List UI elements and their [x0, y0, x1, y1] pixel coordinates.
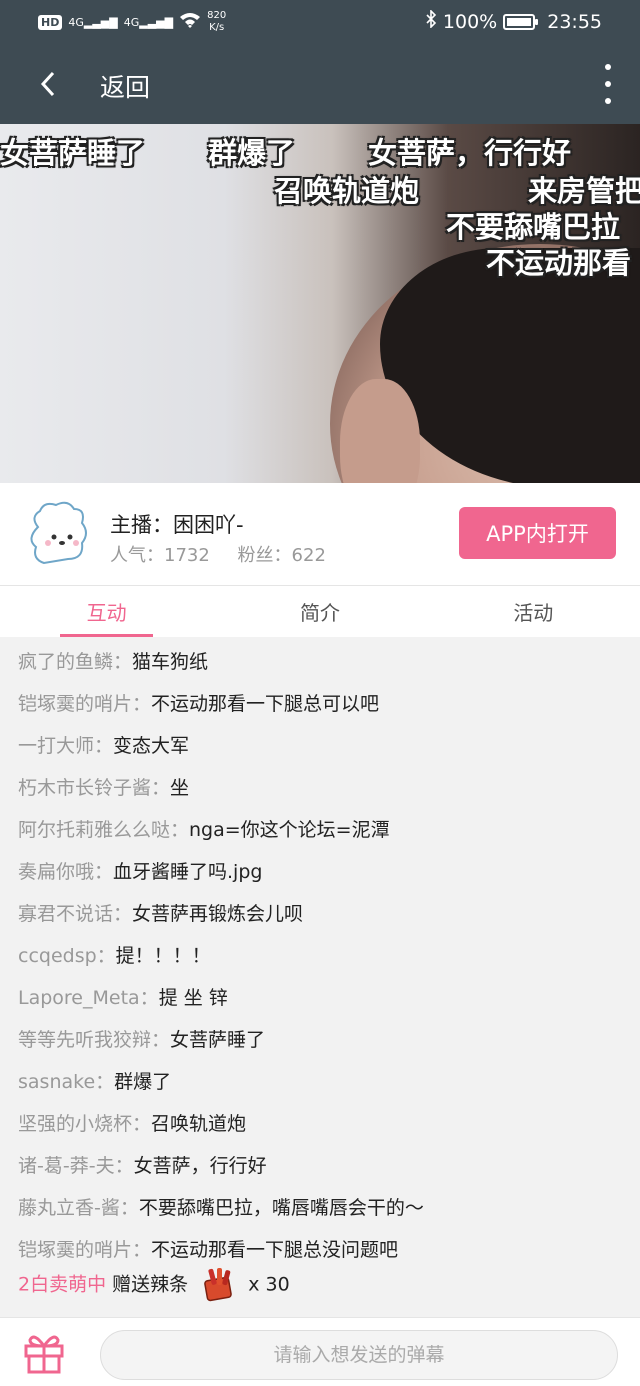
- chat-user[interactable]: 寡君不说话：: [18, 903, 132, 925]
- gift-icon[interactable]: [20, 1328, 68, 1376]
- chat-user[interactable]: 疯了的鱼鳞：: [18, 651, 132, 673]
- speed-value: 820: [207, 10, 227, 21]
- danmaku-comment: 群爆了: [208, 136, 296, 170]
- chat-message: sasnake：群爆了: [18, 1067, 171, 1094]
- chat-list[interactable]: 疯了的鱼鳞：猫车狗纸 铠塚霙的哨片：不运动那看一下腿总可以吧 一打大师：变态大军…: [0, 637, 640, 1317]
- popularity-count: 人气：1732: [110, 545, 210, 566]
- gift-sender[interactable]: 2白卖萌中: [18, 1274, 106, 1296]
- clock: 23:55: [547, 10, 602, 33]
- signal-icon: 4G▂▃▅▇: [68, 15, 118, 29]
- gift-message: 2白卖萌中 赠送辣条 x 30: [18, 1265, 290, 1305]
- chat-text: nga=你这个论坛=泥潭: [189, 819, 390, 841]
- back-icon[interactable]: [30, 66, 66, 102]
- chat-text: 变态大军: [113, 735, 190, 757]
- chat-text: 坐: [170, 777, 190, 799]
- anchor-stats: 人气：1732 粉丝：622: [110, 541, 348, 567]
- chat-text: 不运动那看一下腿总可以吧: [151, 693, 380, 715]
- chat-message: 阿尔托莉雅么么哒：nga=你这个论坛=泥潭: [18, 815, 390, 842]
- chat-user[interactable]: 坚强的小烧杯：: [18, 1113, 151, 1135]
- chat-text: 女菩萨睡了: [170, 1029, 266, 1051]
- danmaku-comment: 女菩萨睡了: [0, 136, 146, 170]
- chat-user[interactable]: 藤丸立香-酱：: [18, 1197, 139, 1219]
- chat-user[interactable]: ccqedsp：: [18, 945, 116, 967]
- chat-text: 提！！！！: [115, 945, 211, 967]
- chat-text: 女菩萨再锻炼会儿呗: [132, 903, 304, 925]
- battery-icon: [503, 13, 539, 30]
- chat-user[interactable]: 诸-葛-莽-夫：: [18, 1155, 134, 1177]
- bluetooth-icon: [425, 9, 437, 33]
- chat-text: 群爆了: [114, 1071, 172, 1093]
- chat-text: 女菩萨，行行好: [133, 1155, 267, 1177]
- chat-text: 召唤轨道炮: [151, 1113, 247, 1135]
- chat-text: 不要舔嘴巴拉，嘴唇嘴唇会干的～: [138, 1197, 424, 1219]
- battery-percent: 100%: [442, 10, 498, 33]
- chat-message: 一打大师：变态大军: [18, 731, 189, 758]
- chat-message: 奏扁你哦：血牙酱睡了吗.jpg: [18, 857, 262, 884]
- danmaku-comment: 不运动那看: [486, 246, 632, 280]
- top-bar: 返回: [0, 46, 640, 124]
- tab-intro[interactable]: 简介: [213, 586, 426, 637]
- more-options-icon[interactable]: [596, 64, 620, 104]
- wifi-icon: [179, 11, 201, 33]
- chat-user[interactable]: 等等先听我狡辩：: [18, 1029, 170, 1051]
- open-in-app-button[interactable]: APP内打开: [459, 507, 616, 559]
- chat-user[interactable]: 阿尔托莉雅么么哒：: [18, 819, 189, 841]
- tab-activity[interactable]: 活动: [427, 586, 640, 637]
- chat-message: 坚强的小烧杯：召唤轨道炮: [18, 1109, 246, 1136]
- anchor-name: 主播：困困吖-: [110, 513, 244, 537]
- speed-unit: K/s: [209, 22, 225, 33]
- fans-count: 粉丝：622: [237, 545, 326, 566]
- chat-user[interactable]: 朽木市长铃子酱：: [18, 777, 170, 799]
- chat-text: 血牙酱睡了吗.jpg: [113, 861, 263, 883]
- chat-user[interactable]: 铠塚霙的哨片：: [18, 693, 151, 715]
- gift-count: x 30: [248, 1273, 290, 1296]
- chat-message: 寡君不说话：女菩萨再锻炼会儿呗: [18, 899, 303, 926]
- chat-message: ccqedsp：提！！！！: [18, 941, 211, 968]
- signal-icon-2: 4G▂▃▅▇: [123, 15, 174, 29]
- chat-message: 朽木市长铃子酱：坐: [18, 773, 189, 800]
- tab-bar: 互动 简介 活动: [0, 585, 640, 637]
- chat-user[interactable]: Lapore_Meta：: [18, 987, 159, 1009]
- back-button[interactable]: 返回: [100, 68, 150, 104]
- hd-badge: HD: [38, 14, 63, 30]
- chat-text: 不运动那看一下腿总没问题吧: [151, 1239, 399, 1261]
- tab-interaction[interactable]: 互动: [0, 586, 213, 637]
- status-bar: HD 4G▂▃▅▇ 4G▂▃▅▇ 820 K/s 100% 23:55: [0, 0, 640, 46]
- chat-message: 诸-葛-莽-夫：女菩萨，行行好: [18, 1151, 267, 1178]
- network-speed: 820 K/s: [207, 10, 226, 34]
- chat-user[interactable]: 铠塚霙的哨片：: [18, 1239, 151, 1261]
- danmaku-input[interactable]: [100, 1330, 618, 1380]
- anchor-info: 主播：困困吖- 人气：1732 粉丝：622 APP内打开: [0, 483, 640, 585]
- chat-user[interactable]: 奏扁你哦：: [18, 861, 113, 883]
- danmaku-comment: 召唤轨道炮: [274, 174, 420, 208]
- video-player[interactable]: 女菩萨睡了 群爆了 女菩萨，行行好 召唤轨道炮 来房管把 不要舔嘴巴拉 不运动那…: [0, 124, 640, 483]
- chat-user[interactable]: sasnake：: [18, 1071, 114, 1093]
- chat-message: 疯了的鱼鳞：猫车狗纸: [18, 647, 208, 674]
- gift-action: 赠送辣条: [112, 1273, 189, 1296]
- danmaku-comment: 女菩萨，行行好: [368, 136, 572, 170]
- chat-message: 藤丸立香-酱：不要舔嘴巴拉，嘴唇嘴唇会干的～: [18, 1193, 424, 1220]
- chat-message: 铠塚霙的哨片：不运动那看一下腿总可以吧: [18, 689, 379, 716]
- chat-message: 铠塚霙的哨片：不运动那看一下腿总没问题吧: [18, 1235, 398, 1262]
- chat-message: Lapore_Meta：提 坐 锌: [18, 983, 228, 1010]
- spicy-strip-gift-icon: [198, 1265, 238, 1305]
- chat-text: 猫车狗纸: [132, 651, 209, 673]
- signal-label-2: 4G: [123, 15, 140, 29]
- bottom-bar: [0, 1317, 640, 1386]
- signal-label-1: 4G: [68, 15, 84, 29]
- avatar[interactable]: [24, 497, 96, 569]
- chat-text: 提 坐 锌: [158, 987, 228, 1009]
- chat-user[interactable]: 一打大师：: [18, 735, 113, 757]
- chat-message: 等等先听我狡辩：女菩萨睡了: [18, 1025, 265, 1052]
